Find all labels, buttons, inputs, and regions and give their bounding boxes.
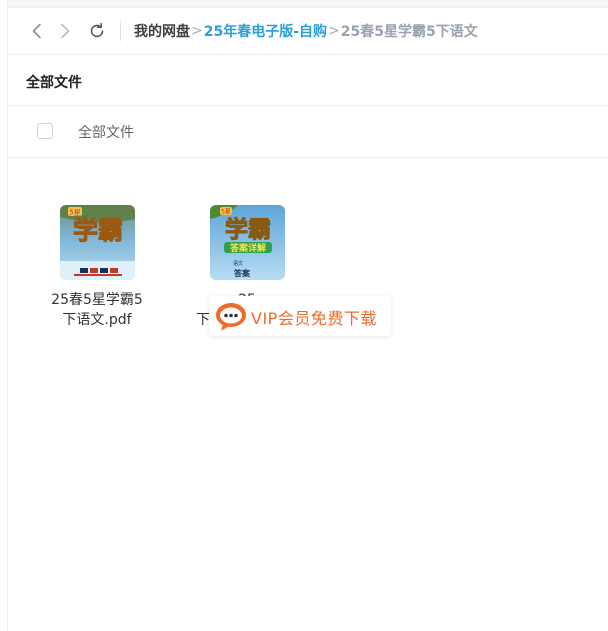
- breadcrumb-root[interactable]: 我的网盘: [134, 21, 190, 41]
- section-title: 全部文件: [26, 75, 82, 91]
- refresh-icon: [90, 22, 104, 38]
- svg-text:学霸: 学霸: [73, 216, 123, 245]
- file-name-line: 25春5星学霸5: [51, 292, 143, 308]
- svg-text:学霸: 学霸: [225, 216, 271, 243]
- svg-text:答案详解: 答案详解: [229, 242, 266, 254]
- chevron-left-icon: [32, 23, 41, 39]
- breadcrumb-separator: >: [191, 23, 203, 39]
- select-all-checkbox[interactable]: [37, 123, 53, 139]
- nav-divider: [120, 21, 121, 41]
- back-button[interactable]: [26, 20, 48, 42]
- vip-download-label: VIP会员免费下载: [251, 309, 377, 328]
- svg-text:答案: 答案: [234, 268, 251, 278]
- file-thumbnail: 5星 学霸 答案详解 语文 答案: [210, 205, 285, 280]
- vip-download-badge[interactable]: VIP会员免费下载: [209, 296, 391, 336]
- breadcrumb-current: 25春5星学霸5下语文: [340, 24, 478, 40]
- book-cover-icon: 5星 学霸: [60, 205, 135, 280]
- list-header-label: 全部文件: [78, 125, 134, 141]
- file-thumbnail: 5星 学霸: [60, 205, 135, 280]
- svg-text:语文: 语文: [233, 260, 243, 267]
- svg-text:5星: 5星: [221, 209, 231, 216]
- file-item[interactable]: 5星 学霸 25春5星学霸5 下语文.pdf: [47, 204, 147, 334]
- list-header: 全部文件: [8, 106, 608, 158]
- breadcrumb-separator: >: [328, 23, 340, 39]
- book-cover-icon: 5星 学霸 答案详解 语文 答案: [210, 205, 285, 280]
- chevron-right-icon: [61, 23, 70, 39]
- refresh-button[interactable]: [86, 20, 108, 42]
- breadcrumb: 我的网盘 > 25年春电子版-自购 > 25春5星学霸5下语文: [134, 20, 478, 42]
- top-strip: [8, 0, 608, 8]
- chat-bubble-icon: [216, 303, 246, 331]
- breadcrumb-folder[interactable]: 25年春电子版-自购: [204, 21, 327, 41]
- forward-button[interactable]: [54, 20, 76, 42]
- file-name-line: 下语文.pdf: [62, 312, 132, 328]
- left-border: [7, 0, 8, 631]
- navigation-bar: 我的网盘 > 25年春电子版-自购 > 25春5星学霸5下语文: [8, 8, 608, 55]
- file-browser-window: 我的网盘 > 25年春电子版-自购 > 25春5星学霸5下语文 全部文件 全部文…: [0, 0, 608, 631]
